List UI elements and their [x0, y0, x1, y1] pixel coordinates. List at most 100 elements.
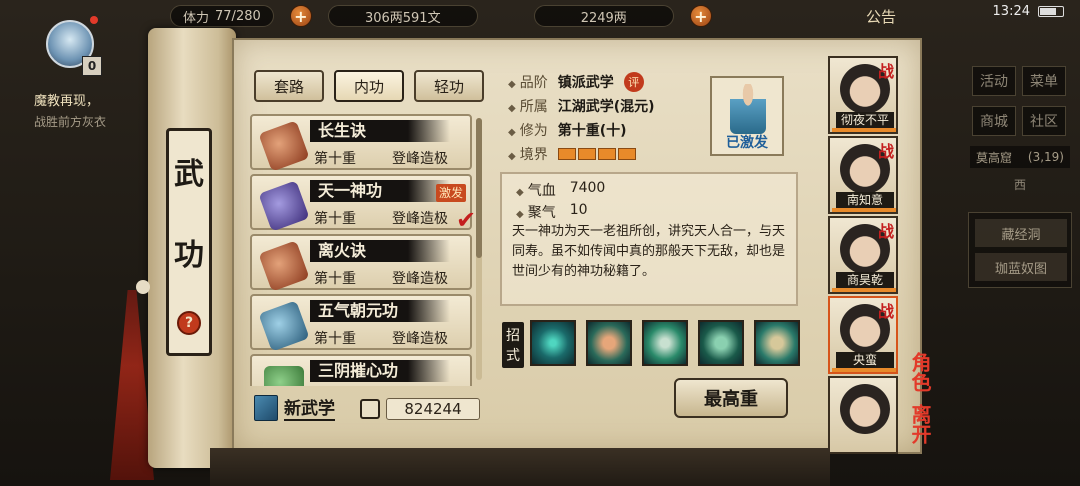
role-button[interactable]: 角色: [906, 352, 935, 392]
new-skill-label: 新武学: [284, 394, 335, 421]
hp-row: 气血 7400: [516, 180, 606, 200]
status-clock: 13:24: [993, 4, 1064, 19]
quest-desc: 战胜前方灰衣: [34, 115, 107, 129]
money-pill: 306两591文: [327, 5, 478, 27]
help-icon[interactable]: ?: [177, 310, 201, 335]
realm-row: 境界: [508, 144, 636, 164]
cultivation-value: 第十重(十): [557, 123, 627, 139]
skill-name: 五气朝元功: [310, 300, 450, 322]
character-card[interactable]: 战 商昊乾: [828, 216, 898, 294]
activated-tag: 激发: [436, 184, 467, 202]
belong-value: 江湖武学(混元): [557, 99, 655, 115]
shop-button[interactable]: 商城: [972, 106, 1016, 136]
skill-stage: 登峰造极: [392, 271, 448, 287]
moves-label-char-2: 式: [506, 348, 520, 364]
skill-description: 天一神功为天一老祖所创，讲究天人合一，与天同寿。虽不如传闻中真的那般天下无敌，却…: [512, 224, 786, 279]
character-card[interactable]: 战 南知意: [828, 136, 898, 214]
character-bar: [832, 208, 896, 212]
skill-level: 第十重: [314, 211, 356, 227]
scroll-icon: [258, 120, 310, 172]
title-char-2: 功: [174, 237, 204, 273]
community-button[interactable]: 社区: [1022, 106, 1066, 136]
money-value: 306两591文: [364, 10, 441, 26]
new-skill-button[interactable]: 新武学: [254, 394, 335, 421]
evaluate-button[interactable]: 评: [623, 72, 644, 92]
gold-pill: 2249两: [533, 5, 674, 27]
stamina-value: 77/280: [215, 8, 261, 24]
character-name: 彻夜不平: [836, 112, 894, 128]
move-slot-5[interactable]: [754, 320, 800, 366]
book-icon: [264, 366, 304, 386]
grade-label: 品阶: [508, 72, 548, 92]
tab-routine[interactable]: 套路: [254, 70, 324, 102]
scroll-icon: [258, 180, 310, 232]
tool-sutra-cave[interactable]: 藏经洞: [975, 219, 1067, 247]
moves-list: [530, 320, 800, 366]
location-display: 莫高窟 (3,19): [970, 146, 1070, 168]
skill-stage: 登峰造极: [392, 331, 448, 347]
skill-name: 长生诀: [310, 120, 450, 142]
move-slot-1[interactable]: [530, 320, 576, 366]
battle-mark: 战: [877, 142, 894, 161]
notification-dot: [90, 16, 98, 24]
realm-bar: [557, 148, 636, 160]
move-slot-3[interactable]: [642, 320, 688, 366]
battle-mark: 战: [877, 222, 894, 241]
skill-portrait: 已激发: [710, 76, 784, 156]
skill-item[interactable]: 离火诀 第十重 登峰造极: [250, 234, 472, 292]
scrollbar-thumb[interactable]: [476, 118, 482, 258]
move-slot-4[interactable]: [698, 320, 744, 366]
checkmark-icon: ✔: [456, 206, 477, 234]
title-char-1: 武: [174, 157, 204, 193]
skill-list-scrollbar[interactable]: [476, 118, 482, 380]
stamina-pill: 体力 77/280: [170, 5, 274, 27]
character-card[interactable]: 战 央蛮: [828, 296, 898, 374]
skill-stage: 登峰造极: [392, 211, 448, 227]
location-coords: (3,19): [1027, 150, 1064, 164]
announcement-button[interactable]: 公告: [866, 6, 896, 27]
compass: 西: [1013, 178, 1026, 192]
activated-label: 已激发: [726, 135, 768, 151]
battery-icon: [1038, 6, 1064, 17]
character-card[interactable]: [828, 376, 898, 454]
experience-value: 824244: [386, 398, 480, 420]
add-stamina-button[interactable]: +: [289, 5, 312, 27]
menu-button[interactable]: 菜单: [1022, 66, 1066, 96]
clock-time: 13:24: [992, 4, 1030, 19]
skill-item[interactable]: 五气朝元功 第十重 登峰造极: [250, 294, 472, 352]
tab-inner-power[interactable]: 内功: [334, 70, 404, 102]
character-name: 商昊乾: [836, 272, 894, 288]
move-slot-2[interactable]: [586, 320, 632, 366]
qi-value: 10: [569, 202, 588, 218]
scroll-title: 武 功 ?: [166, 128, 212, 356]
max-level-button[interactable]: 最高重: [674, 378, 788, 418]
cultivation-row: 修为 第十重(十): [508, 120, 627, 140]
skill-item[interactable]: 天一神功 激发 第十重 登峰造极 ✔: [250, 174, 476, 234]
character-card[interactable]: 战 彻夜不平: [828, 56, 898, 134]
add-gold-button[interactable]: +: [689, 5, 712, 27]
skill-name: 天一神功: [310, 180, 450, 202]
tool-box: 藏经洞 珈蓝奴图: [968, 212, 1072, 288]
new-book-icon: [254, 394, 278, 421]
player-level-badge: 0: [82, 56, 102, 76]
tab-light-skill[interactable]: 轻功: [414, 70, 484, 102]
moves-label-char-1: 招: [506, 328, 520, 344]
tool-map[interactable]: 珈蓝奴图: [975, 253, 1067, 281]
leave-button[interactable]: 离开: [906, 404, 935, 444]
qi-row: 聚气 10: [516, 202, 588, 222]
meditating-figure-icon: [730, 84, 766, 134]
skill-item[interactable]: 长生诀 第十重 登峰造极: [250, 114, 472, 172]
skill-name: 三阴摧心功: [310, 360, 450, 382]
character-name: 央蛮: [836, 352, 894, 368]
scroll-icon: [258, 300, 310, 352]
qi-label: 聚气: [516, 202, 556, 222]
character-name: 南知意: [836, 192, 894, 208]
resource-bar: 体力 77/280 + 306两591文 2249两 +: [150, 0, 920, 32]
quest-tracker[interactable]: 魔教再现， 战胜前方灰衣: [34, 92, 154, 132]
stats-panel: 气血 7400 聚气 10 天一神功为天一老祖所创，讲究天人合一，与天同寿。虽不…: [500, 172, 798, 306]
activity-button[interactable]: 活动: [972, 66, 1016, 96]
skill-tabs: 套路 内功 轻功: [254, 70, 484, 102]
skill-item[interactable]: 三阴摧心功: [250, 354, 472, 386]
hp-label: 气血: [516, 180, 556, 200]
hp-value: 7400: [569, 180, 606, 196]
